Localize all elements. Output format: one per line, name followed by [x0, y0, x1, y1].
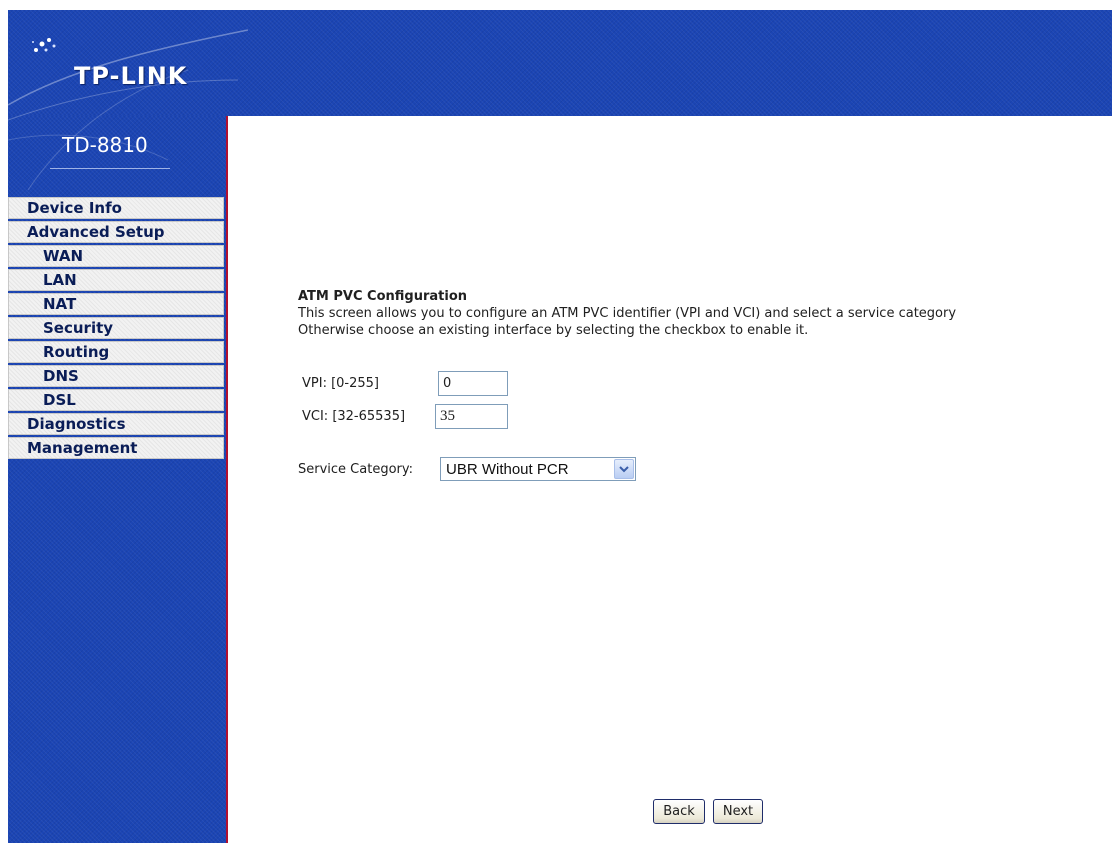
- sidebar-item-lan[interactable]: LAN: [8, 269, 224, 291]
- sidebar-item-routing[interactable]: Routing: [8, 341, 224, 363]
- sidebar-item-wan[interactable]: WAN: [8, 245, 224, 267]
- description-line-2: Otherwise choose an existing interface b…: [298, 323, 809, 338]
- chevron-down-icon[interactable]: [614, 459, 634, 479]
- sidebar-item-security[interactable]: Security: [8, 317, 224, 339]
- next-button[interactable]: Next: [713, 799, 763, 824]
- model-underline: [50, 168, 170, 169]
- back-button[interactable]: Back: [653, 799, 705, 824]
- vci-label: VCI: [32-65535]: [302, 409, 406, 424]
- router-admin-page: TP-LINK TD-8810 Device Info Advanced Set…: [0, 0, 1112, 843]
- page-description: This screen allows you to configure an A…: [298, 305, 1112, 339]
- sparkle-icon: [32, 38, 56, 52]
- service-category-select[interactable]: UBR Without PCR: [440, 457, 636, 481]
- sidebar-item-device-info[interactable]: Device Info: [8, 197, 224, 219]
- content-panel: [228, 116, 1112, 843]
- sidebar-item-management[interactable]: Management: [8, 437, 224, 459]
- model-name: TD-8810: [62, 133, 148, 157]
- service-category-label: Service Category:: [298, 462, 413, 477]
- description-line-1: This screen allows you to configure an A…: [298, 306, 957, 321]
- sidebar-item-dsl[interactable]: DSL: [8, 389, 224, 411]
- sidebar-item-dns[interactable]: DNS: [8, 365, 224, 387]
- sidebar-nav: Device Info Advanced Setup WAN LAN NAT S…: [8, 197, 228, 461]
- vci-input[interactable]: [435, 404, 508, 429]
- sidebar-item-advanced-setup[interactable]: Advanced Setup: [8, 221, 224, 243]
- vpi-label: VPI: [0-255]: [302, 376, 379, 391]
- sidebar-item-nat[interactable]: NAT: [8, 293, 224, 315]
- vpi-input[interactable]: [438, 371, 508, 396]
- page-left-margin: [0, 0, 8, 843]
- page-title: ATM PVC Configuration: [298, 289, 467, 304]
- sidebar-item-diagnostics[interactable]: Diagnostics: [8, 413, 224, 435]
- service-category-value: UBR Without PCR: [446, 461, 569, 478]
- brand-logo: TP-LINK: [74, 62, 188, 90]
